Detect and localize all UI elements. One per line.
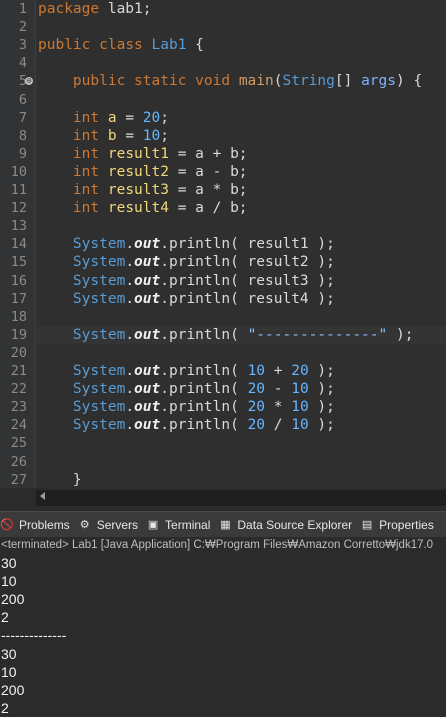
tab-terminal[interactable]: ▣ Terminal <box>146 518 211 532</box>
code-line[interactable]: System.out.println( "--------------" ); <box>38 326 414 344</box>
console-output-line: 10 <box>1 573 17 590</box>
line-number: 13 <box>10 218 27 235</box>
code-line[interactable]: public class Lab1 { <box>38 36 204 54</box>
line-number: 4 <box>18 55 27 72</box>
console-output-line: 200 <box>1 681 25 698</box>
line-number: 23 <box>10 399 27 416</box>
code-line[interactable]: int a = 20; <box>38 109 169 127</box>
console-tab-bar: 🚫 Problems ⚙ Servers ▣ Terminal ▦ Data Source E… <box>0 511 446 538</box>
code-line[interactable]: } <box>38 471 82 488</box>
line-number-gutter: 1 2 3 4 5 ⊖ 6 7 8 9 10 11 12 13 14 15 16 17 18 19 20 21 22 23 24… <box>0 0 36 488</box>
tab-label: Problems <box>19 518 70 532</box>
console-output-line: 30 <box>1 555 17 571</box>
code-line[interactable]: int result4 = a / b; <box>38 199 248 217</box>
servers-icon: ⚙ <box>79 519 90 531</box>
console-output[interactable]: 30 10 200 2 -------------- 30 10 200 2 <box>0 553 446 716</box>
line-number: 19 <box>10 326 27 343</box>
tab-label: Data Source Explorer <box>237 518 353 532</box>
line-number: 11 <box>10 182 27 198</box>
line-number: 26 <box>10 453 27 470</box>
data-source-icon: ▦ <box>220 519 231 531</box>
line-number: 18 <box>10 308 27 325</box>
line-number: 21 <box>10 363 27 379</box>
code-line[interactable]: package lab1; <box>38 0 152 18</box>
code-line[interactable]: System.out.println( result3 ); <box>38 272 335 290</box>
problems-icon: 🚫 <box>0 519 14 531</box>
code-line[interactable]: System.out.println( result1 ); <box>38 235 335 253</box>
line-number: 2 <box>18 19 27 36</box>
console-output-line: 10 <box>1 663 17 680</box>
code-line[interactable]: System.out.println( 10 + 20 ); <box>38 362 335 380</box>
line-number: 27 <box>10 471 27 488</box>
tab-servers[interactable]: ⚙ Servers <box>78 518 138 532</box>
tab-label: Servers <box>96 518 139 532</box>
code-line[interactable]: System.out.println( 20 / 10 ); <box>38 416 335 434</box>
line-number: 12 <box>10 200 27 217</box>
line-number: 16 <box>10 272 27 289</box>
code-line[interactable]: System.out.println( 20 * 10 ); <box>38 398 335 416</box>
scroll-left-arrow-icon[interactable] <box>40 492 45 500</box>
console-output-line: -------------- <box>1 627 67 644</box>
line-number: 10 <box>10 163 27 180</box>
fold-toggle-icon[interactable]: ⊖ <box>25 77 33 86</box>
line-number: 1 <box>18 1 27 17</box>
line-number: 22 <box>10 381 27 398</box>
code-line[interactable]: int b = 10; <box>38 127 169 145</box>
code-editor[interactable]: 1 2 3 4 5 ⊖ 6 7 8 9 10 11 12 13 14 15 16 17 18 19 20 21 22 23 24… <box>0 0 446 488</box>
tab-label: Properties <box>379 518 434 532</box>
scrollbar-track[interactable] <box>36 490 446 506</box>
line-number: 20 <box>10 344 27 361</box>
code-line[interactable]: System.out.println( result4 ); <box>38 290 335 308</box>
line-number: 9 <box>18 145 27 162</box>
code-line[interactable]: System.out.println( result2 ); <box>38 253 335 271</box>
line-number: 3 <box>18 37 27 54</box>
console-output-line: 30 <box>1 645 17 662</box>
properties-icon: ▤ <box>361 519 373 531</box>
console-output-line: 2 <box>1 699 9 716</box>
tab-data-source-explorer[interactable]: ▦ Data Source Explorer <box>218 518 352 532</box>
console-output-line: 2 <box>1 609 9 626</box>
line-number: 14 <box>10 236 27 253</box>
line-number: 5 <box>18 73 27 90</box>
code-line[interactable]: int result3 = a * b; <box>38 181 248 199</box>
tab-properties[interactable]: ▤ Properties <box>360 518 434 532</box>
console-output-line: 200 <box>1 591 25 608</box>
line-number: 8 <box>18 127 27 144</box>
line-number: 6 <box>18 91 27 108</box>
console-status-header: <terminated> Lab1 [Java Application] C:₩… <box>0 537 446 553</box>
code-line[interactable]: int result2 = a - b; <box>38 163 248 181</box>
line-number: 25 <box>10 435 27 452</box>
line-number: 17 <box>10 290 27 307</box>
terminal-icon: ▣ <box>147 519 159 531</box>
code-line[interactable]: int result1 = a + b; <box>38 145 248 163</box>
code-line[interactable]: System.out.println( 20 - 10 ); <box>38 380 335 398</box>
line-number: 24 <box>10 417 27 434</box>
tab-problems[interactable]: 🚫 Problems <box>0 518 70 532</box>
line-number: 15 <box>10 254 27 271</box>
tab-label: Terminal <box>165 518 211 532</box>
code-line[interactable]: public static void main(String[] args) { <box>38 72 422 90</box>
horizontal-scrollbar[interactable] <box>0 488 446 508</box>
line-number: 7 <box>18 109 27 126</box>
